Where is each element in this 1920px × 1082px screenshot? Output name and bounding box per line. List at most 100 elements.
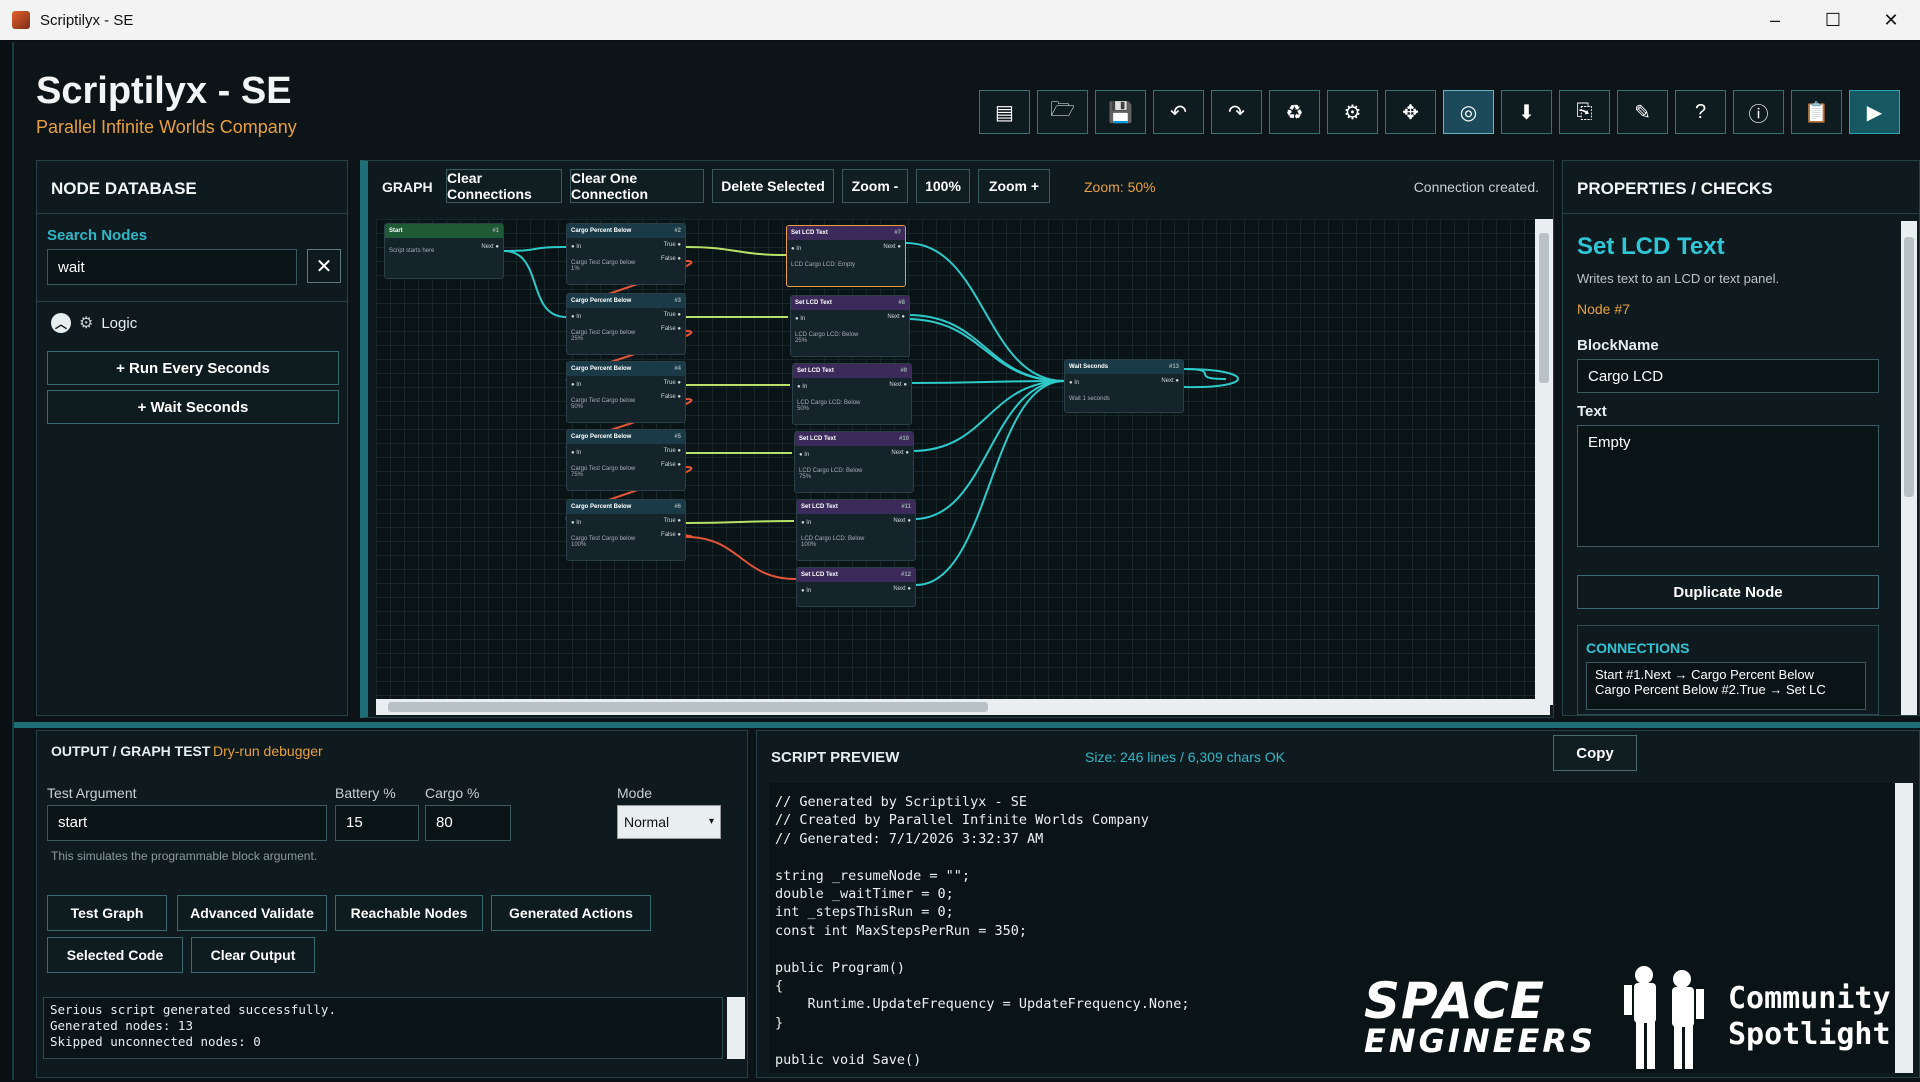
next-port[interactable]: Next ●	[883, 244, 901, 250]
connection-wire[interactable]	[913, 380, 1065, 520]
graph-node[interactable]: Wait Seconds #13 ● In Next ● Wait 1 seconds	[1064, 359, 1184, 413]
maximize-button[interactable]: ☐	[1804, 10, 1862, 31]
add-wait-seconds-button[interactable]: + Wait Seconds	[47, 390, 339, 424]
in-port[interactable]: ● In	[571, 520, 581, 526]
next-port[interactable]: Next ●	[889, 382, 907, 388]
connection-wire[interactable]	[907, 314, 1065, 382]
clear-one-connection-button[interactable]: Clear One Connection	[570, 169, 704, 203]
brain-button[interactable]: ⚙	[1327, 90, 1378, 134]
graph-node[interactable]: Cargo Percent Below #4 ● In True ● False ● Ca…	[566, 361, 686, 423]
redo-button[interactable]: ↷	[1211, 90, 1262, 134]
connection-wire[interactable]	[685, 246, 787, 256]
true-port[interactable]: True ●	[664, 242, 681, 248]
selected-code-button[interactable]: Selected Code	[47, 937, 183, 973]
in-port[interactable]: ● In	[801, 520, 811, 526]
in-port[interactable]: ● In	[571, 314, 581, 320]
chevron-up-icon[interactable]: ︿	[51, 313, 71, 333]
graph-horizontal-scrollbar[interactable]	[376, 699, 1550, 715]
next-port[interactable]: Next ●	[893, 586, 911, 592]
graph-node[interactable]: Set LCD Text #9 ● In Next ● LCD Cargo LCD: B…	[792, 363, 912, 425]
true-port[interactable]: True ●	[664, 448, 681, 454]
false-port[interactable]: False ●	[661, 532, 681, 538]
help-button[interactable]: ?	[1675, 90, 1726, 134]
delete-selected-button[interactable]: Delete Selected	[712, 169, 834, 203]
puzzle-button[interactable]: ✥	[1385, 90, 1436, 134]
connection-wire[interactable]	[685, 520, 795, 524]
next-port[interactable]: Next ●	[1161, 378, 1179, 384]
run-button[interactable]: ▶	[1849, 90, 1900, 134]
category-logic[interactable]: ︿ ⚙ Logic	[51, 313, 137, 333]
panel-splitter[interactable]	[14, 722, 1920, 728]
graph-node[interactable]: Set LCD Text #8 ● In Next ● LCD Cargo LCD: B…	[790, 295, 910, 357]
next-port[interactable]: Next ●	[887, 314, 905, 320]
blockname-field[interactable]: Cargo LCD	[1577, 359, 1879, 393]
hover-button[interactable]: ◎	[1443, 90, 1494, 134]
graph-node[interactable]: Cargo Percent Below #2 ● In True ● False ● Ca…	[566, 223, 686, 285]
connections-list[interactable]: Start #1.Next → Cargo Percent Below Carg…	[1586, 662, 1866, 710]
connection-wire[interactable]	[905, 318, 1065, 382]
text-field[interactable]: Empty	[1577, 425, 1879, 547]
output-log-scrollbar[interactable]	[727, 997, 745, 1059]
true-port[interactable]: True ●	[664, 312, 681, 318]
in-port[interactable]: ● In	[799, 452, 809, 458]
zoom-reset-button[interactable]: 100%	[916, 169, 970, 203]
graph-node[interactable]: Cargo Percent Below #6 ● In True ● False ● Ca…	[566, 499, 686, 561]
graph-node[interactable]: Set LCD Text #7 ● In Next ● LCD Cargo LCD: E…	[786, 225, 906, 287]
wizard-button[interactable]: ✎	[1617, 90, 1668, 134]
in-port[interactable]: ● In	[797, 384, 807, 390]
close-window-button[interactable]: ✕	[1862, 10, 1920, 31]
generated-actions-button[interactable]: Generated Actions	[491, 895, 651, 931]
false-port[interactable]: False ●	[661, 394, 681, 400]
zoom-in-button[interactable]: Zoom +	[978, 169, 1050, 203]
graph-node[interactable]: Cargo Percent Below #5 ● In True ● False ● Ca…	[566, 429, 686, 491]
connection-wire[interactable]	[915, 380, 1065, 586]
cargo-field[interactable]: 80	[425, 805, 511, 841]
clear-connections-button[interactable]: Clear Connections	[446, 169, 562, 203]
in-port[interactable]: ● In	[571, 382, 581, 388]
in-port[interactable]: ● In	[791, 246, 801, 252]
in-port[interactable]: ● In	[571, 450, 581, 456]
in-port[interactable]: ● In	[795, 316, 805, 322]
connection-wire[interactable]	[685, 536, 797, 580]
search-input[interactable]: wait	[47, 249, 297, 285]
connection-item[interactable]: Cargo Percent Below #2.True → Set LC	[1595, 682, 1857, 697]
in-port[interactable]: ● In	[571, 244, 581, 250]
in-port[interactable]: ● In	[801, 588, 811, 594]
save-button[interactable]: 💾	[1095, 90, 1146, 134]
clear-search-button[interactable]: ✕	[307, 249, 341, 283]
graph-node[interactable]: Start #1 Next ● Script starts here	[384, 223, 504, 279]
reachable-nodes-button[interactable]: Reachable Nodes	[335, 895, 483, 931]
add-run-every-seconds-button[interactable]: + Run Every Seconds	[47, 351, 339, 385]
copy-button[interactable]: Copy	[1553, 735, 1637, 771]
duplicate-node-button[interactable]: Duplicate Node	[1577, 575, 1879, 609]
mode-select[interactable]: Normal ▾	[617, 805, 721, 839]
graph-node[interactable]: Cargo Percent Below #3 ● In True ● False ● Ca…	[566, 293, 686, 355]
next-port[interactable]: Next ●	[891, 450, 909, 456]
test-graph-button[interactable]: Test Graph	[47, 895, 167, 931]
graph-node[interactable]: Set LCD Text #12 ● In Next ●	[796, 567, 916, 607]
false-port[interactable]: False ●	[661, 462, 681, 468]
download-button[interactable]: ⬇	[1501, 90, 1552, 134]
connection-wire[interactable]	[503, 246, 567, 252]
connection-wire[interactable]	[905, 242, 1065, 382]
battery-field[interactable]: 15	[335, 805, 419, 841]
graph-node[interactable]: Set LCD Text #11 ● In Next ● LCD Cargo LCD: …	[796, 499, 916, 561]
connection-wire[interactable]	[911, 380, 1065, 452]
next-port[interactable]: Next ●	[481, 244, 499, 250]
minimize-button[interactable]: –	[1746, 10, 1804, 31]
connection-wire[interactable]	[503, 250, 567, 318]
graph-canvas[interactable]: Start #1 Next ● Script starts here Cargo Per…	[376, 219, 1550, 705]
info-button[interactable]: ⓘ	[1733, 90, 1784, 134]
new-button[interactable]: ▤	[979, 90, 1030, 134]
graph-node[interactable]: Set LCD Text #10 ● In Next ● LCD Cargo LCD: …	[794, 431, 914, 493]
advanced-validate-button[interactable]: Advanced Validate	[177, 895, 327, 931]
properties-scrollbar[interactable]	[1901, 221, 1917, 715]
graph-vertical-scrollbar[interactable]	[1535, 219, 1553, 705]
connection-item[interactable]: Start #1.Next → Cargo Percent Below	[1595, 667, 1857, 682]
clipboard-button[interactable]: 📋	[1791, 90, 1842, 134]
true-port[interactable]: True ●	[664, 518, 681, 524]
clear-output-button[interactable]: Clear Output	[191, 937, 315, 973]
export-button[interactable]: ⎘	[1559, 90, 1610, 134]
zoom-out-button[interactable]: Zoom -	[842, 169, 908, 203]
test-argument-field[interactable]: start	[47, 805, 327, 841]
